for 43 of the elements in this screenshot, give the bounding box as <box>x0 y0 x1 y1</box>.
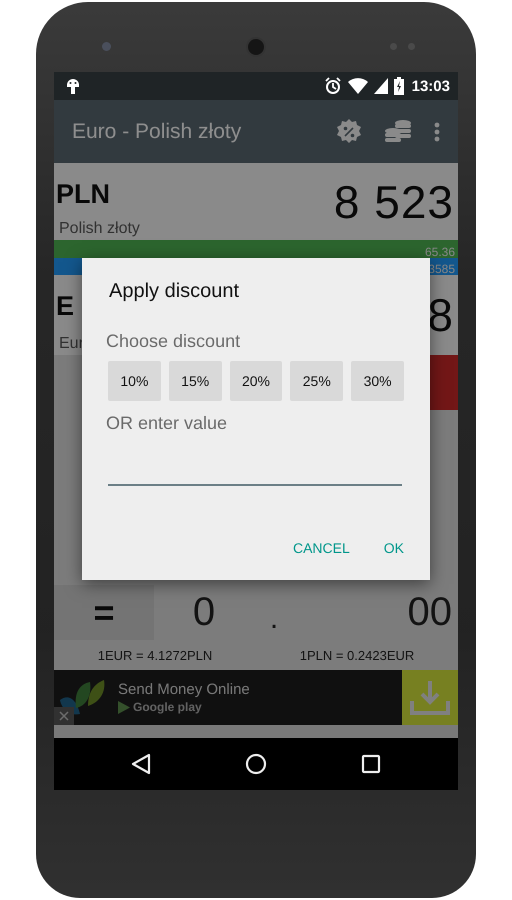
rate-value: 65.36 <box>424 246 455 258</box>
app-title: Euro - Polish złoty <box>72 120 242 144</box>
currency-code: E <box>56 291 76 322</box>
ad-banner[interactable]: Send Money Online Google play <box>54 670 458 725</box>
currency-row[interactable]: PLN Polish złoty 8 523 <box>54 163 458 240</box>
rate-value: 3585 <box>428 263 455 275</box>
close-ad-button[interactable] <box>54 707 74 725</box>
currency-name: Eur <box>58 335 84 353</box>
result-integer: 0 <box>192 590 216 635</box>
value-label: OR enter value <box>106 413 228 434</box>
play-store-icon <box>118 700 130 714</box>
store-label: Google play <box>133 700 202 714</box>
ad-title: Send Money Online <box>118 681 251 698</box>
coins-icon[interactable] <box>384 118 412 144</box>
earpiece-speaker <box>246 37 266 57</box>
choose-label: Choose discount <box>106 331 240 352</box>
currency-name: Polish złoty <box>58 220 140 238</box>
signal-icon <box>374 78 388 94</box>
clock-time: 13:03 <box>412 78 450 94</box>
decimal-point: . <box>268 600 280 636</box>
discount-option[interactable]: 15% <box>168 361 222 401</box>
discount-option[interactable]: 20% <box>230 361 282 401</box>
wifi-icon <box>348 78 368 94</box>
discount-option[interactable]: 10% <box>108 361 161 401</box>
recent-apps-icon[interactable] <box>361 754 381 774</box>
exchange-rate: 1PLN = 0.2423EUR <box>300 648 414 662</box>
alarm-icon <box>324 77 342 95</box>
percent-badge-icon[interactable] <box>336 118 362 144</box>
battery-icon <box>394 77 404 95</box>
dialog-title: Apply discount <box>108 280 240 303</box>
camera-lens <box>102 42 111 51</box>
discount-option[interactable]: 30% <box>351 361 404 401</box>
close-icon <box>59 711 69 721</box>
currency-amount: 8 523 <box>334 174 454 228</box>
exchange-rate: 1EUR = 4.1272PLN <box>98 648 212 662</box>
home-icon[interactable] <box>245 753 267 775</box>
currency-code: PLN <box>56 179 111 210</box>
equals-key[interactable]: = <box>54 585 154 640</box>
discount-option[interactable]: 25% <box>290 361 344 401</box>
result-decimals: 00 <box>406 590 452 635</box>
back-icon[interactable] <box>131 753 151 775</box>
currency-amount: 8 <box>427 288 454 342</box>
more-menu-icon[interactable] <box>434 122 440 142</box>
